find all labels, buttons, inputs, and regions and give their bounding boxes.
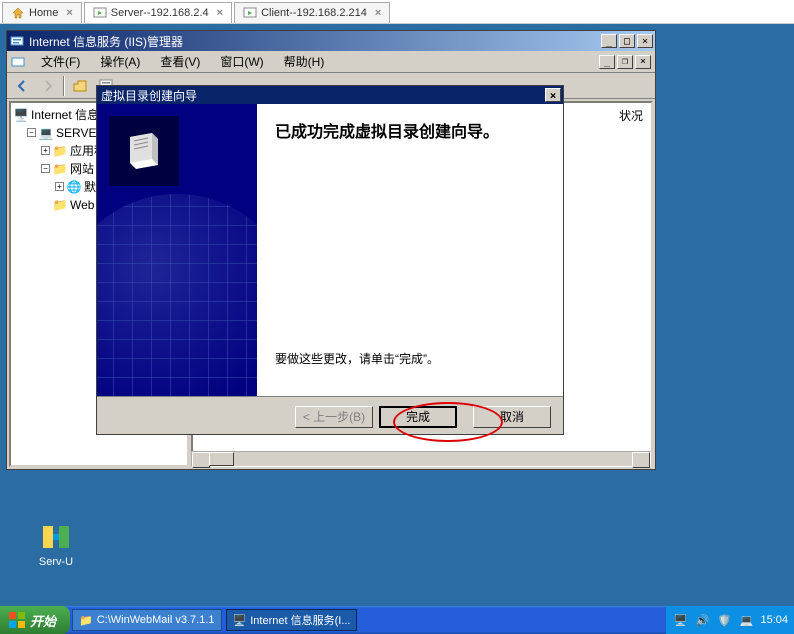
column-header: 状况 [619, 107, 643, 124]
browser-tab-strip: Home × Server--192.168.2.4 × Client--192… [0, 0, 794, 24]
virtual-directory-wizard: 虚拟目录创建向导 × 已成功完成虚拟目录创建向导。 要做这些更改，请单击“完成”… [96, 85, 564, 435]
back-button: < 上一步(B) [295, 406, 373, 428]
taskbar-item[interactable]: 🖥️ Internet 信息服务(I... [226, 609, 358, 631]
wizard-note: 要做这些更改，请单击“完成”。 [275, 350, 439, 367]
computer-icon: 💻 [38, 126, 54, 140]
close-icon[interactable]: × [66, 7, 72, 19]
home-icon [11, 6, 25, 20]
book-icon [109, 116, 179, 186]
menu-bar: 文件(F) 操作(A) 查看(V) 窗口(W) 帮助(H) _ ❐ × [7, 51, 655, 73]
taskbar-item-label: C:\WinWebMail v3.7.1.1 [97, 614, 215, 626]
globe-graphic [97, 194, 257, 396]
wizard-heading: 已成功完成虚拟目录创建向导。 [275, 118, 545, 142]
close-icon[interactable]: × [375, 7, 381, 19]
expand-icon[interactable]: + [41, 146, 50, 155]
menu-action[interactable]: 操作(A) [96, 51, 144, 72]
vm-icon [93, 6, 107, 20]
tab-label: Client--192.168.2.214 [261, 7, 367, 19]
windows-logo-icon [8, 611, 26, 629]
vm-icon [243, 6, 257, 20]
minimize-button[interactable]: _ [601, 34, 617, 48]
app-icon [11, 55, 25, 69]
iis-icon: 🖥️ [233, 614, 247, 627]
up-button[interactable] [69, 75, 91, 97]
close-icon[interactable]: × [217, 7, 223, 19]
wizard-title-text: 虚拟目录创建向导 [101, 87, 197, 104]
mdi-minimize-button[interactable]: _ [599, 55, 615, 69]
tab-label: Server--192.168.2.4 [111, 7, 209, 19]
tab-client[interactable]: Client--192.168.2.214 × [234, 2, 390, 23]
tree-label: 网站 [70, 160, 94, 177]
menu-window[interactable]: 窗口(W) [216, 51, 267, 72]
start-button[interactable]: 开始 [0, 606, 70, 634]
menu-help[interactable]: 帮助(H) [280, 51, 329, 72]
mdi-restore-button[interactable]: ❐ [617, 55, 633, 69]
clock[interactable]: 15:04 [760, 614, 788, 626]
forward-button[interactable] [37, 75, 59, 97]
start-label: 开始 [30, 611, 56, 630]
tray-icon[interactable]: 🛡️ [716, 612, 732, 628]
tab-server[interactable]: Server--192.168.2.4 × [84, 2, 232, 23]
folder-icon: 📁 [79, 614, 93, 627]
tray-icon[interactable]: 🖥️ [672, 612, 688, 628]
expand-icon[interactable]: + [55, 182, 64, 191]
collapse-icon[interactable]: − [27, 128, 36, 137]
close-button[interactable]: × [637, 34, 653, 48]
window-title: Internet 信息服务 (IIS)管理器 [29, 33, 601, 50]
tray-icon[interactable]: 🔊 [694, 612, 710, 628]
desktop-icon-servu[interactable]: Serv-U [28, 520, 84, 568]
globe-icon: 🌐 [66, 180, 82, 194]
iis-icon [9, 33, 25, 49]
finish-button[interactable]: 完成 [379, 406, 457, 428]
horizontal-scrollbar[interactable] [191, 451, 651, 467]
wizard-title-bar[interactable]: 虚拟目录创建向导 × [97, 86, 563, 104]
cancel-button[interactable]: 取消 [473, 406, 551, 428]
scrollbar-thumb[interactable] [209, 452, 234, 466]
wizard-sidebar [97, 104, 257, 396]
separator [63, 76, 65, 96]
servu-icon [39, 520, 73, 554]
collapse-icon[interactable]: − [41, 164, 50, 173]
close-button[interactable]: × [545, 88, 561, 102]
taskbar: 开始 📁 C:\WinWebMail v3.7.1.1 🖥️ Internet … [0, 606, 794, 634]
folder-icon: 📁 [52, 198, 68, 212]
tab-home[interactable]: Home × [2, 2, 82, 23]
maximize-button[interactable]: □ [619, 34, 635, 48]
menu-view[interactable]: 查看(V) [156, 51, 204, 72]
tab-label: Home [29, 7, 58, 19]
mdi-close-button[interactable]: × [635, 55, 651, 69]
server-icon: 🖥️ [13, 108, 29, 122]
folder-icon: 📁 [52, 144, 68, 158]
system-tray[interactable]: 🖥️ 🔊 🛡️ 💻 15:04 [666, 606, 794, 634]
menu-file[interactable]: 文件(F) [37, 51, 84, 72]
folder-icon: 📁 [52, 162, 68, 176]
wizard-button-row: < 上一步(B) 完成 取消 [97, 396, 563, 436]
title-bar[interactable]: Internet 信息服务 (IIS)管理器 _ □ × [7, 31, 655, 51]
desktop-icon-label: Serv-U [28, 556, 84, 568]
back-button[interactable] [11, 75, 33, 97]
tray-icon[interactable]: 💻 [738, 612, 754, 628]
taskbar-item[interactable]: 📁 C:\WinWebMail v3.7.1.1 [72, 609, 222, 631]
taskbar-item-label: Internet 信息服务(I... [250, 612, 350, 628]
